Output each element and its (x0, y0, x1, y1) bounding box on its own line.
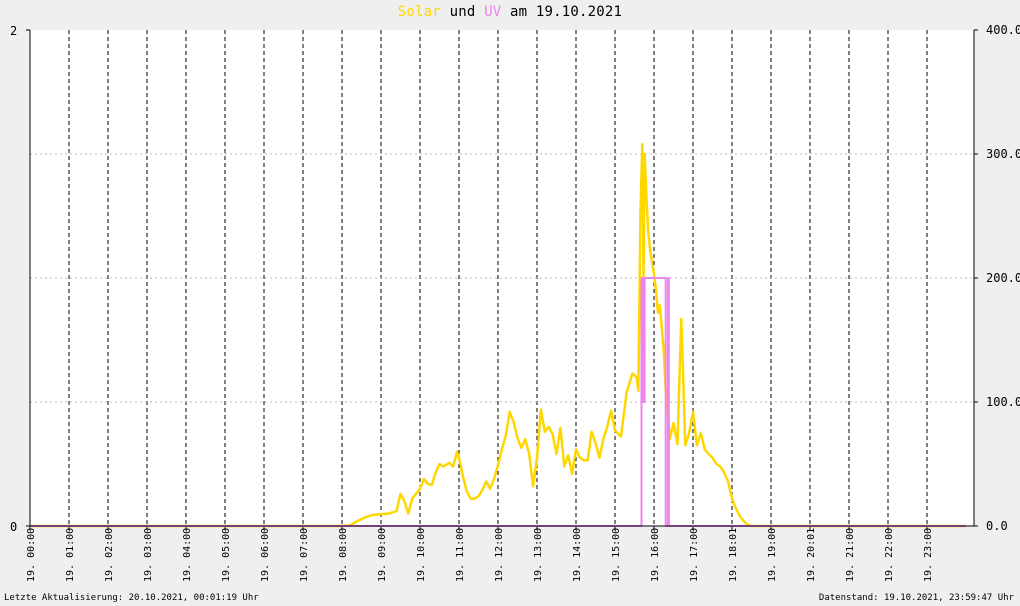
x-tick-label: 19. 04:00 (182, 528, 193, 582)
y-right-tick-label: 400.0 (986, 23, 1020, 37)
x-tick-labels: 19. 00:00 19. 01:00 19. 02:00 19. 03:00 19. … (26, 528, 934, 582)
footer-data-state: Datenstand: 19.10.2021, 23:59:47 Uhr (818, 593, 1014, 603)
x-tick-label: 19. 08:00 (338, 528, 349, 582)
x-tick-label: 19. 23:00 (923, 528, 934, 582)
x-tick-label: 19. 19:00 (767, 528, 778, 582)
x-tick-label: 19. 13:00 (533, 528, 544, 582)
x-tick-label: 19. 20:01 (806, 528, 817, 582)
x-tick-label: 19. 21:00 (845, 528, 856, 582)
y-left-tick-labels: 02 (10, 24, 30, 534)
x-tick-label: 19. 15:00 (611, 528, 622, 582)
solar-uv-chart: 19. 00:00 19. 01:00 19. 02:00 19. 03:00 19. … (10, 23, 1020, 582)
y-right-tick-labels: 0.0 100.0 200.0 300.0 400.0 (986, 23, 1020, 533)
x-tick-label: 19. 01:00 (65, 528, 76, 582)
y-right-tick-label: 300.0 (986, 147, 1020, 161)
y-left-tick-label: 2 (10, 24, 17, 38)
x-tick-label: 19. 06:00 (260, 528, 271, 582)
y-right-tick-label: 200.0 (986, 271, 1020, 285)
x-tick-label: 19. 22:00 (884, 528, 895, 582)
y-right-tick-label: 0.0 (986, 519, 1008, 533)
x-tick-label: 19. 10:00 (416, 528, 427, 582)
x-tick-label: 19. 02:00 (104, 528, 115, 582)
x-tick-label: 19. 17:00 (689, 528, 700, 582)
y-right-tick-label: 100.0 (986, 395, 1020, 409)
x-tick-label: 19. 16:00 (650, 528, 661, 582)
x-tick-label: 19. 09:00 (377, 528, 388, 582)
x-tick-label: 19. 12:00 (494, 528, 505, 582)
x-tick-label: 19. 07:00 (299, 528, 310, 582)
x-tick-label: 19. 00:00 (26, 528, 37, 582)
x-tick-label: 19. 03:00 (143, 528, 154, 582)
x-tick-label: 19. 05:00 (221, 528, 232, 582)
x-tick-label: 19. 11:00 (455, 528, 466, 582)
footer-last-update: Letzte Aktualisierung: 20.10.2021, 00:01… (4, 593, 259, 603)
y-left-tick-label: 0 (10, 520, 17, 534)
x-tick-label: 19. 14:00 (572, 528, 583, 582)
x-tick-label: 19. 18:01 (728, 528, 739, 582)
